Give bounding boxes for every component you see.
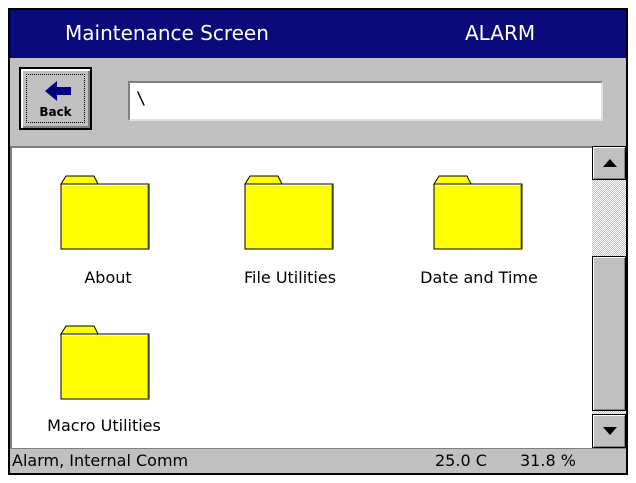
humidity-readout: 31.8 %	[520, 451, 576, 470]
folder-icon	[60, 175, 150, 250]
folder-label: Macro Utilities	[47, 416, 161, 435]
up-arrow-icon	[603, 159, 617, 167]
status-bar: Alarm, Internal Comm 25.0 C 31.8 %	[10, 448, 626, 473]
folder-date-and-time[interactable]: Date and Time	[392, 148, 592, 298]
toolbar: Back \	[10, 58, 626, 146]
temperature-readout: 25.0 C	[435, 451, 487, 470]
folder-icon	[433, 175, 523, 250]
folder-file-utilities[interactable]: File Utilities	[202, 148, 392, 298]
folder-label: Date and Time	[420, 268, 538, 287]
vertical-scrollbar[interactable]	[592, 146, 626, 448]
folder-icon	[60, 325, 150, 400]
down-arrow-icon	[603, 427, 617, 435]
scroll-down-button[interactable]	[592, 414, 626, 448]
folder-macro-utilities[interactable]: Macro Utilities	[12, 298, 202, 448]
path-input[interactable]: \	[128, 81, 603, 121]
folder-label: About	[84, 268, 132, 287]
back-button-label: Back	[39, 105, 72, 119]
maintenance-window: Maintenance Screen ALARM Back \ About Fi…	[8, 8, 628, 475]
folder-label: File Utilities	[243, 268, 337, 287]
alarm-indicator: ALARM	[465, 21, 536, 45]
screen-title: Maintenance Screen	[65, 21, 269, 45]
back-button[interactable]: Back	[19, 67, 92, 130]
scroll-up-button[interactable]	[592, 146, 626, 180]
scroll-thumb[interactable]	[592, 256, 626, 411]
status-message: Alarm, Internal Comm	[12, 451, 189, 470]
title-bar: Maintenance Screen ALARM	[10, 10, 626, 58]
folder-about[interactable]: About	[12, 148, 202, 298]
folder-icon	[244, 175, 334, 250]
back-arrow-icon	[45, 81, 71, 101]
folder-view: About File Utilities Date and Time Macro…	[10, 146, 592, 448]
